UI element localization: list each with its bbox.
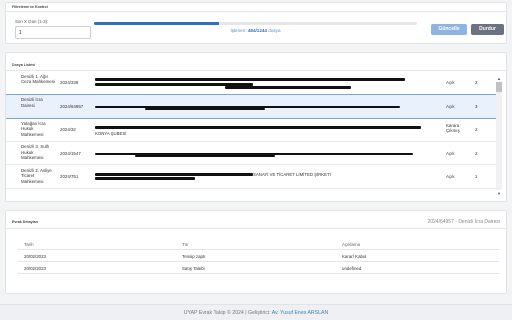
doc-type: Tensip zaptı bbox=[182, 254, 206, 259]
file-row[interactable]: Yatağan İcra Hukuk Mahkemesi 2024/32 KON… bbox=[6, 118, 500, 142]
file-row-selected[interactable]: Denizli İcra Dairesi 2024/64957 Açık 3 bbox=[6, 93, 500, 120]
party-text: SANAYİ VE TİCARET LİMİTED ŞİRKETİ bbox=[253, 171, 331, 177]
court-name: Denizli 3. Sulh Hukuk Mahkemesi bbox=[21, 144, 50, 161]
status: Açık bbox=[446, 103, 455, 109]
case-number: 2024/32 bbox=[60, 127, 76, 133]
progress-text: İşlenen: 484/1244 dosya bbox=[230, 28, 281, 33]
court-name: Denizli 1. Ağır Ceza Mahkemesi bbox=[21, 73, 55, 84]
col-description: Açıklama bbox=[342, 242, 361, 247]
footer-text: UYAP Evrak Takip © 2024 | Geliştirici: bbox=[183, 310, 272, 316]
filter-panel-title: Filtreleme ve Kontrol bbox=[6, 3, 506, 12]
scroll-down-icon[interactable]: ▼ bbox=[496, 191, 502, 196]
stop-button[interactable]: Durdur bbox=[471, 24, 504, 35]
redaction-bar bbox=[95, 126, 421, 129]
doc-date: 20/02/2023 bbox=[24, 254, 46, 259]
file-list-title: Dosya Listesi bbox=[6, 53, 506, 71]
count: 1 bbox=[475, 174, 478, 180]
scroll-thumb[interactable] bbox=[496, 82, 502, 92]
status: Açık bbox=[446, 174, 455, 180]
count: 2 bbox=[475, 150, 478, 156]
detail-header: Evrak Detayları 2024/64957 - Denizli İcr… bbox=[6, 211, 506, 229]
update-button[interactable]: Güncelle bbox=[431, 24, 467, 35]
document-table: Tarih Tür Açıklama 20/02/2023 Tensip zap… bbox=[18, 238, 499, 274]
document-detail-panel: Evrak Detayları 2024/64957 - Denizli İcr… bbox=[5, 210, 507, 294]
progress-bar bbox=[94, 22, 417, 25]
doc-type: Satış Talebi bbox=[182, 266, 205, 271]
doc-date: 20/02/2023 bbox=[24, 266, 46, 271]
redaction-bar bbox=[145, 107, 265, 111]
col-date: Tarih bbox=[24, 242, 34, 247]
status: Açık bbox=[446, 80, 455, 85]
days-label: Son X Gün (1-3): bbox=[15, 19, 49, 24]
file-row[interactable]: Denizli 3. Sulh Hukuk Mahkemesi 2024/154… bbox=[6, 142, 500, 166]
party-text: KONYA ŞUBESİ bbox=[95, 131, 127, 137]
case-number: 2024/751 bbox=[60, 174, 79, 180]
file-list-panel: Dosya Listesi Denizli 1. Ağır Ceza Mahke… bbox=[5, 52, 507, 202]
case-number: 2024/338 bbox=[60, 80, 79, 85]
days-input[interactable]: 1 bbox=[15, 26, 91, 39]
count: 3 bbox=[475, 103, 478, 109]
court-name: Denizli İcra Dairesi bbox=[21, 97, 43, 108]
count: 2 bbox=[475, 80, 478, 85]
selected-case-title: 2024/64957 - Denizli İcra Dairesi bbox=[427, 219, 500, 225]
table-row[interactable]: 20/02/2023 Satış Talebi undefined bbox=[18, 262, 499, 274]
count: 2 bbox=[475, 127, 478, 133]
case-number: 2024/1547 bbox=[60, 150, 81, 156]
scroll-track[interactable] bbox=[496, 82, 502, 190]
progress-fill bbox=[94, 22, 220, 25]
filter-panel: Filtreleme ve Kontrol Son X Gün (1-3): 1… bbox=[5, 2, 507, 44]
redaction-bar bbox=[95, 173, 253, 176]
redaction-bar bbox=[135, 154, 275, 158]
status: Karara Çıkmış bbox=[446, 123, 460, 134]
table-header: Tarih Tür Açıklama bbox=[18, 238, 499, 250]
footer: UYAP Evrak Takip © 2024 | Geliştirici: A… bbox=[0, 304, 512, 320]
redaction-bar bbox=[95, 78, 405, 81]
file-row[interactable]: Denizli 1. Ağır Ceza Mahkemesi 2024/338 … bbox=[6, 71, 500, 95]
redaction-bar bbox=[95, 177, 195, 180]
doc-description: undefined bbox=[342, 266, 362, 271]
court-name: Denizli 2. Asliye Ticaret Mahkemesi bbox=[21, 167, 52, 184]
detail-title: Evrak Detayları bbox=[12, 220, 38, 224]
progress-count: 484/1244 bbox=[247, 28, 267, 33]
doc-description: Karar/ Kabul bbox=[342, 254, 367, 259]
court-name: Yatağan İcra Hukuk Mahkemesi bbox=[21, 120, 46, 137]
developer-link[interactable]: Av. Yusuf Enes ARSLAN bbox=[272, 310, 329, 316]
table-row[interactable]: 20/02/2023 Tensip zaptı Karar/ Kabul bbox=[18, 250, 499, 262]
list-scrollbar[interactable]: ▲ ▼ bbox=[493, 73, 504, 199]
col-type: Tür bbox=[182, 242, 189, 247]
scroll-up-icon[interactable]: ▲ bbox=[496, 76, 502, 81]
redaction-bar bbox=[225, 86, 351, 89]
status: Açık bbox=[446, 150, 455, 156]
case-number: 2024/64957 bbox=[60, 103, 84, 109]
file-row[interactable]: Denizli 2. Asliye Ticaret Mahkemesi 2024… bbox=[6, 165, 500, 189]
file-list: Denizli 1. Ağır Ceza Mahkemesi 2024/338 … bbox=[6, 71, 500, 202]
